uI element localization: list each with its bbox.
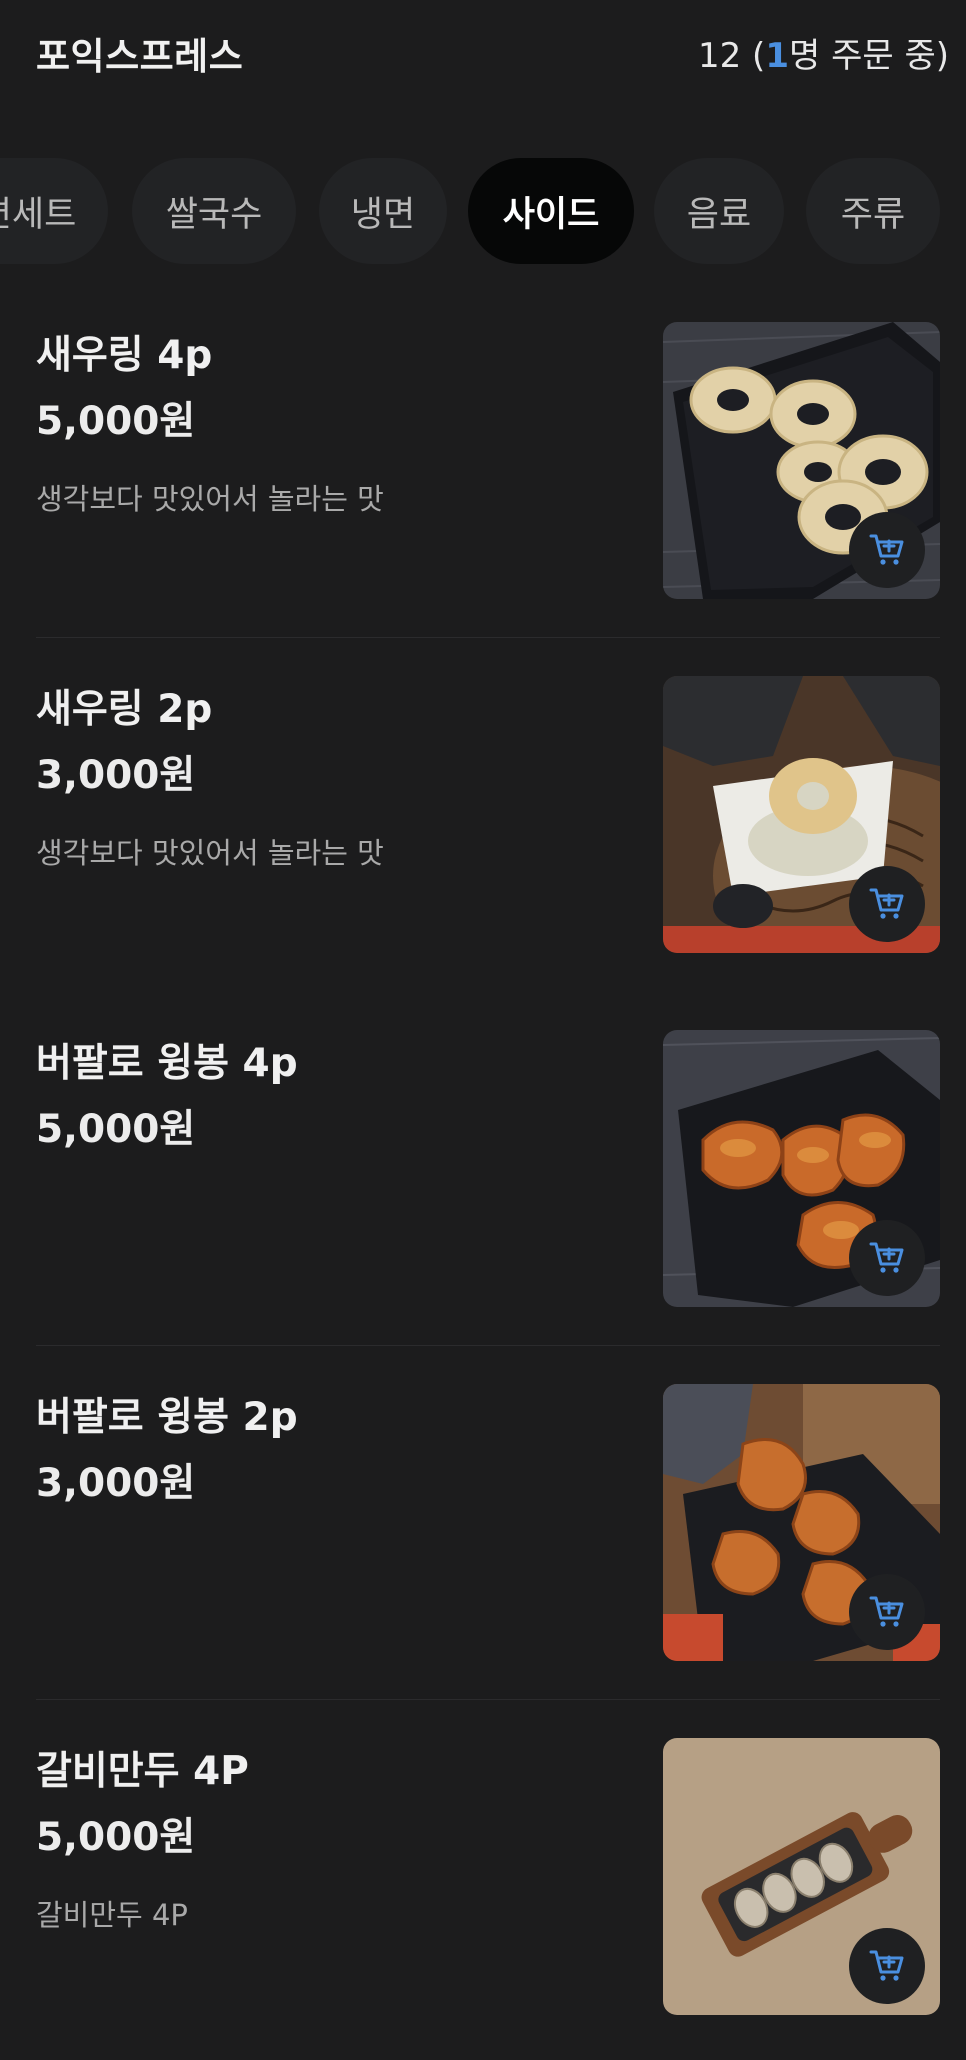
add-to-cart-button[interactable] <box>849 1928 925 2004</box>
tab-pho[interactable]: 쌀국수 <box>132 158 296 264</box>
cart-icon <box>869 534 904 565</box>
add-to-cart-button[interactable] <box>849 1220 925 1296</box>
item-name: 새우링 4p <box>36 333 213 378</box>
menu-item[interactable]: 버팔로 윙봉 2p 3,000원 <box>0 1352 966 1706</box>
tab-label: 냉면 <box>350 194 416 235</box>
cart-icon <box>869 1242 904 1273</box>
add-to-cart-button[interactable] <box>849 512 925 588</box>
menu-item[interactable]: 새우링 2p 3,000원 생각보다 맛있어서 놀라는 맛 <box>0 644 966 998</box>
store-name: 포익스프레스 <box>36 35 244 78</box>
add-to-cart-button[interactable] <box>849 866 925 942</box>
tab-label: 면세트 <box>0 194 77 235</box>
item-name: 갈비만두 4P <box>36 1749 249 1794</box>
tab-label: 주류 <box>840 194 906 235</box>
item-description: 갈비만두 4P <box>36 1898 188 1932</box>
cart-icon <box>869 1950 904 1981</box>
cart-icon <box>869 1596 904 1627</box>
item-description: 생각보다 맛있어서 놀라는 맛 <box>36 482 384 516</box>
ordering-suffix: 명 주문 중) <box>789 36 949 76</box>
paren-open: ( <box>741 36 766 76</box>
category-tabs: 면세트 쌀국수 냉면 사이드 음료 주류 <box>0 158 966 264</box>
item-name: 버팔로 윙봉 4p <box>36 1041 298 1086</box>
tab-alcohol[interactable]: 주류 <box>806 158 940 264</box>
item-description: 생각보다 맛있어서 놀라는 맛 <box>36 836 384 870</box>
tab-label: 쌀국수 <box>165 194 263 235</box>
menu-item[interactable]: 새우링 4p 5,000원 생각보다 맛있어서 놀라는 맛 <box>0 290 966 644</box>
item-divider <box>36 1699 940 1700</box>
menu-item[interactable]: 갈비만두 4P 5,000원 갈비만두 4P <box>0 1706 966 2060</box>
table-number: 12 <box>697 36 742 76</box>
item-price: 3,000원 <box>36 1461 196 1506</box>
table-order-status: 12 (1명 주문 중) <box>698 28 949 77</box>
add-to-cart-button[interactable] <box>849 1574 925 1650</box>
menu-item[interactable]: 버팔로 윙봉 4p 5,000원 <box>0 998 966 1352</box>
item-divider <box>36 991 940 992</box>
item-price: 5,000원 <box>36 399 196 444</box>
app-header: 포익스프레스 12 (1명 주문 중) <box>0 0 966 104</box>
cart-icon <box>869 888 904 919</box>
ordering-count: 1 <box>765 36 789 76</box>
item-price: 5,000원 <box>36 1815 196 1860</box>
tab-noodle-set[interactable]: 면세트 <box>0 158 108 264</box>
item-price: 3,000원 <box>36 753 196 798</box>
tab-drinks[interactable]: 음료 <box>654 158 784 264</box>
item-divider <box>36 637 940 638</box>
item-price: 5,000원 <box>36 1107 196 1152</box>
tab-side[interactable]: 사이드 <box>468 158 634 264</box>
tab-naengmyeon[interactable]: 냉면 <box>319 158 447 264</box>
item-name: 버팔로 윙봉 2p <box>36 1395 298 1440</box>
tab-label: 사이드 <box>502 194 600 235</box>
item-divider <box>36 1345 940 1346</box>
tab-label: 음료 <box>686 194 752 235</box>
item-name: 새우링 2p <box>36 687 213 732</box>
